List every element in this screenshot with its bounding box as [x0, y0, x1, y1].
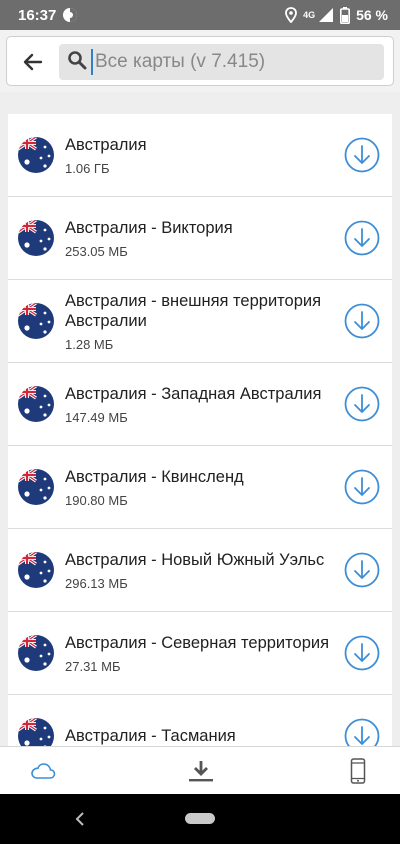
map-item-size: 147.49 МБ [65, 409, 128, 425]
map-item-text: Австралия - Тасмания [65, 695, 330, 746]
notification-app-icon [62, 7, 78, 23]
map-item-title: Австралия - Виктория [65, 218, 233, 237]
map-item-title: Австралия - Новый Южный Уэльс [65, 550, 325, 569]
map-list-item[interactable]: Австралия - Квинсленд 190.80 МБ [8, 446, 392, 529]
nav-all-maps-button[interactable] [28, 757, 58, 785]
location-icon [285, 7, 297, 23]
search-field[interactable] [59, 44, 384, 80]
australia-flag-icon [18, 386, 54, 422]
map-item-text: Австралия - внешняя территория Австралии… [65, 280, 330, 362]
download-button[interactable] [344, 635, 380, 671]
download-button[interactable] [344, 137, 380, 173]
map-item-title: Австралия - Квинсленд [65, 467, 244, 486]
status-time: 16:37 [18, 6, 57, 24]
download-button[interactable] [344, 220, 380, 256]
download-button[interactable] [344, 718, 380, 746]
download-circle-icon [344, 303, 380, 339]
map-list-item[interactable]: Австралия - Новый Южный Уэльс 296.13 МБ [8, 529, 392, 612]
map-item-text: Австралия - Новый Южный Уэльс 296.13 МБ [65, 529, 330, 611]
download-button[interactable] [344, 552, 380, 588]
map-item-size: 1.06 ГБ [65, 160, 110, 176]
download-circle-icon [344, 137, 380, 173]
australia-flag-icon [18, 718, 54, 746]
map-item-title: Австралия - внешняя территория Австралии [65, 291, 322, 330]
cloud-icon [31, 763, 56, 779]
nav-downloads-button[interactable] [186, 757, 216, 785]
download-button[interactable] [344, 303, 380, 339]
map-item-size: 1.28 МБ [65, 336, 114, 352]
back-arrow-icon [23, 53, 43, 71]
search-bar [6, 36, 394, 86]
map-item-title: Австралия - Западная Австралия [65, 384, 322, 403]
australia-flag-icon [18, 303, 54, 339]
map-list-item[interactable]: Австралия - Тасмания [8, 695, 392, 746]
search-header [0, 30, 400, 92]
map-item-title: Австралия [65, 135, 147, 154]
map-item-size: 253.05 МБ [65, 243, 128, 259]
map-item-text: Австралия - Виктория 253.05 МБ [65, 197, 330, 279]
map-item-title: Австралия - Северная территория [65, 633, 330, 652]
download-button[interactable] [344, 386, 380, 422]
map-list: Австралия 1.06 ГБ Австралия - Виктория 2… [8, 114, 392, 746]
system-back-button[interactable] [74, 811, 86, 832]
back-button[interactable] [17, 46, 49, 78]
australia-flag-icon [18, 469, 54, 505]
map-item-title: Австралия - Тасмания [65, 727, 236, 745]
map-item-text: Австралия - Северная территория 27.31 МБ [65, 612, 330, 694]
map-item-text: Австралия 1.06 ГБ [65, 114, 330, 196]
battery-percentage: 56 % [356, 7, 388, 23]
signal-icon [318, 7, 334, 23]
bottom-navigation [0, 746, 400, 794]
search-icon [67, 50, 87, 75]
map-item-size: 296.13 МБ [65, 575, 128, 591]
chevron-left-icon [75, 812, 84, 826]
status-bar: 16:37 4G 56 % [0, 0, 400, 30]
map-list-item[interactable]: Австралия - Виктория 253.05 МБ [8, 197, 392, 280]
map-item-size: 27.31 МБ [65, 658, 121, 674]
download-button[interactable] [344, 469, 380, 505]
map-list-item[interactable]: Австралия 1.06 ГБ [8, 114, 392, 197]
download-circle-icon [344, 469, 380, 505]
map-item-text: Австралия - Квинсленд 190.80 МБ [65, 446, 330, 528]
download-circle-icon [344, 552, 380, 588]
australia-flag-icon [18, 635, 54, 671]
map-list-item[interactable]: Австралия - Западная Австралия 147.49 МБ [8, 363, 392, 446]
system-home-button[interactable] [185, 813, 215, 824]
australia-flag-icon [18, 552, 54, 588]
search-input[interactable] [91, 49, 367, 75]
download-circle-icon [344, 220, 380, 256]
map-item-text: Австралия - Западная Австралия 147.49 МБ [65, 363, 330, 445]
download-circle-icon [344, 718, 380, 746]
battery-icon [340, 6, 351, 24]
australia-flag-icon [18, 137, 54, 173]
map-list-item[interactable]: Австралия - Северная территория 27.31 МБ [8, 612, 392, 695]
network-type: 4G [303, 9, 316, 20]
download-circle-icon [344, 386, 380, 422]
download-circle-icon [344, 635, 380, 671]
download-tray-icon [189, 761, 213, 782]
australia-flag-icon [18, 220, 54, 256]
map-item-size: 190.80 МБ [65, 492, 128, 508]
smartphone-icon [350, 758, 366, 784]
nav-device-maps-button[interactable] [343, 757, 373, 785]
system-navigation-bar [0, 794, 400, 844]
map-list-item[interactable]: Австралия - внешняя территория Австралии… [8, 280, 392, 363]
